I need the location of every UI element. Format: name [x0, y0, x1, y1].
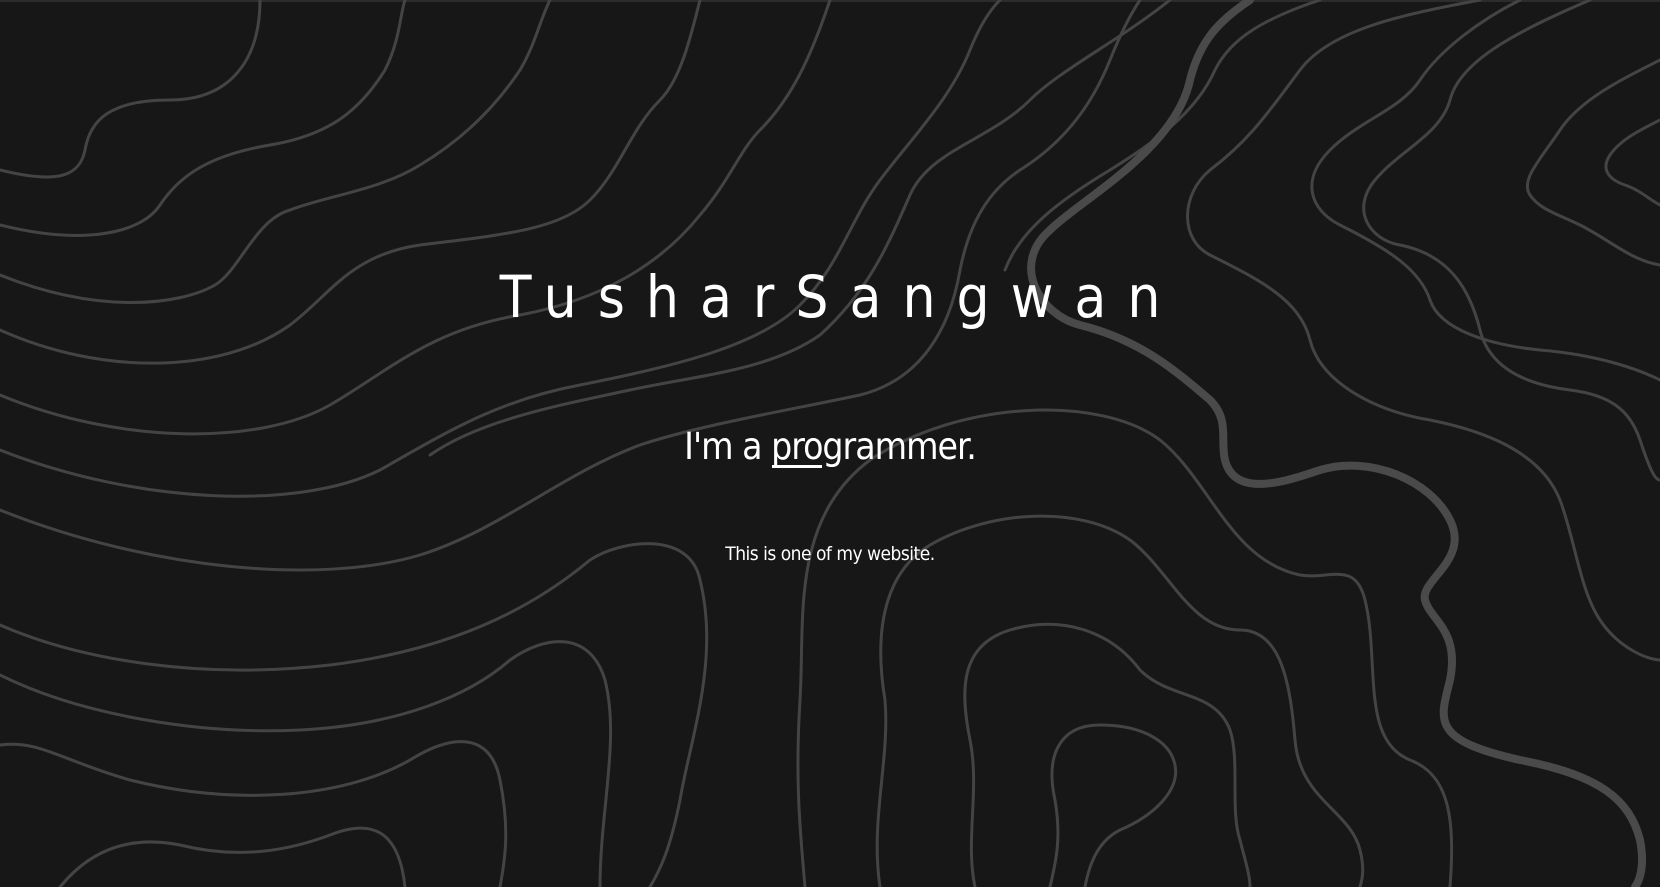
typed-text: programmer.: [771, 425, 977, 468]
site-owner-name: TusharSangwan: [499, 263, 1182, 331]
tagline-prefix: I'm a: [684, 425, 772, 468]
hero-section: TusharSangwan I'm a programmer. This is …: [0, 0, 1660, 887]
subtitle: This is one of my website.: [725, 543, 935, 565]
tagline: I'm a programmer.: [0, 425, 1660, 468]
